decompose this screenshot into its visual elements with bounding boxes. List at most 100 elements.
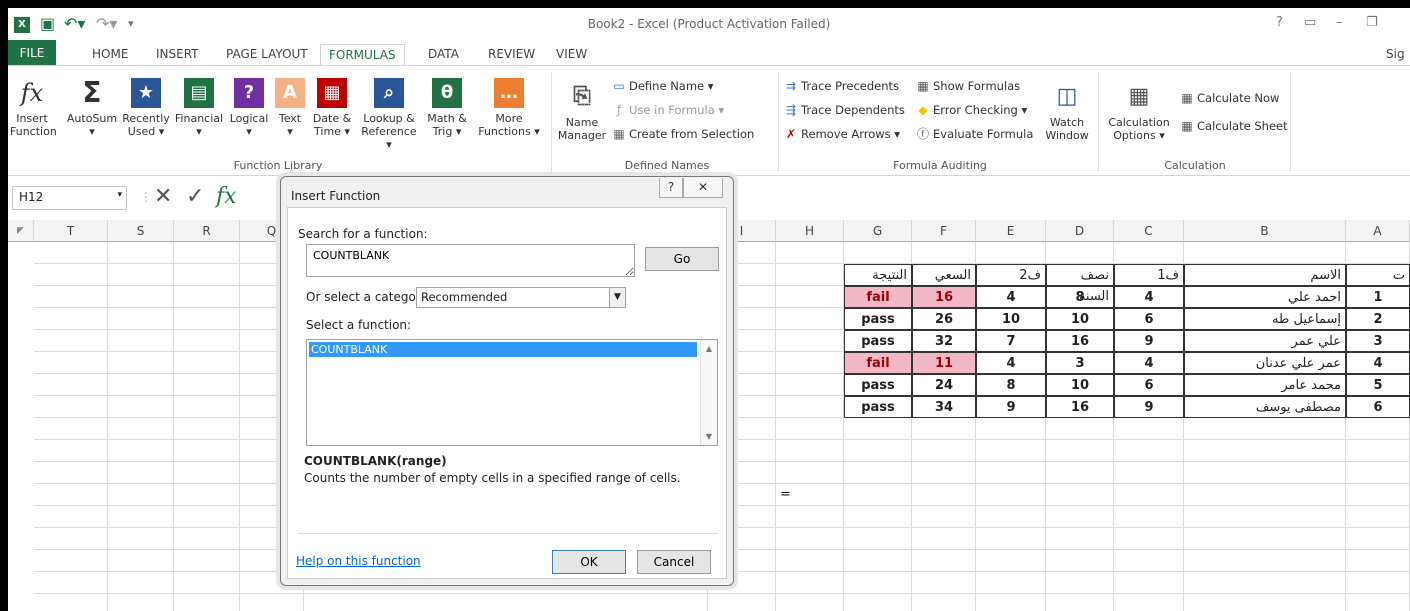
grid-cell[interactable] xyxy=(34,528,108,550)
recently-used-button[interactable]: ★ Recently Used ▾ xyxy=(120,78,172,138)
grid-cell[interactable] xyxy=(174,462,240,484)
table-cell[interactable]: 7 xyxy=(976,330,1046,352)
grid-cell[interactable] xyxy=(34,242,108,264)
grid-cell[interactable] xyxy=(776,308,844,330)
grid-cell[interactable] xyxy=(34,462,108,484)
grid-cell[interactable] xyxy=(174,484,240,506)
grid-cell[interactable] xyxy=(776,286,844,308)
table-cell[interactable]: 2 xyxy=(1346,308,1410,330)
grid-cell[interactable] xyxy=(976,594,1046,611)
table-cell[interactable]: علي عمر xyxy=(1184,330,1346,352)
grid-cell[interactable] xyxy=(776,506,844,528)
table-cell[interactable]: 16 xyxy=(1046,330,1114,352)
grid-cell[interactable] xyxy=(1184,572,1346,594)
grid-cell[interactable] xyxy=(844,242,912,264)
grid-cell[interactable] xyxy=(976,528,1046,550)
function-list-scrollbar[interactable]: ▲ ▼ xyxy=(700,340,717,445)
grid-cell[interactable] xyxy=(912,462,976,484)
column-header[interactable]: T xyxy=(34,220,108,242)
column-header[interactable]: A xyxy=(1346,220,1410,242)
grid-cell[interactable] xyxy=(776,352,844,374)
table-cell[interactable]: fail xyxy=(844,352,912,374)
table-cell[interactable]: fail xyxy=(844,286,912,308)
grid-cell[interactable] xyxy=(1184,440,1346,462)
grid-cell[interactable] xyxy=(174,594,240,611)
grid-cell[interactable] xyxy=(1346,440,1410,462)
grid-cell[interactable] xyxy=(108,506,174,528)
remove-arrows-button[interactable]: ✗ Remove Arrows ▾ xyxy=(784,126,900,142)
grid-cell[interactable] xyxy=(912,484,976,506)
grid-cell[interactable] xyxy=(1046,594,1114,611)
grid-cell[interactable] xyxy=(1046,242,1114,264)
grid-cell[interactable] xyxy=(1184,528,1346,550)
grid-cell[interactable] xyxy=(776,440,844,462)
grid-cell[interactable] xyxy=(174,528,240,550)
table-cell[interactable]: 4 xyxy=(976,286,1046,308)
go-button[interactable]: Go xyxy=(645,247,719,271)
evaluate-formula-button[interactable]: ⓕ Evaluate Formula xyxy=(916,126,1033,142)
table-cell[interactable]: احمد علي xyxy=(1184,286,1346,308)
grid-cell[interactable] xyxy=(776,528,844,550)
grid-cell[interactable] xyxy=(108,286,174,308)
select-all-corner[interactable]: ◤ xyxy=(8,220,34,242)
grid-cell[interactable] xyxy=(34,572,108,594)
grid-cell[interactable] xyxy=(34,396,108,418)
column-header[interactable]: C xyxy=(1114,220,1184,242)
help-button[interactable]: ? xyxy=(1276,15,1283,30)
grid-cell[interactable] xyxy=(912,528,976,550)
grid-cell[interactable] xyxy=(1046,550,1114,572)
grid-cell[interactable] xyxy=(108,264,174,286)
table-cell[interactable]: 4 xyxy=(1114,352,1184,374)
table-header-cell[interactable]: ت xyxy=(1346,264,1410,286)
grid-cell[interactable] xyxy=(108,550,174,572)
grid-cell[interactable] xyxy=(34,550,108,572)
grid-cell[interactable] xyxy=(34,506,108,528)
grid-cell[interactable] xyxy=(108,308,174,330)
column-header[interactable]: D xyxy=(1046,220,1114,242)
table-cell[interactable]: 6 xyxy=(1114,308,1184,330)
table-cell[interactable]: 3 xyxy=(1046,352,1114,374)
table-cell[interactable]: 8 xyxy=(1046,286,1114,308)
scroll-up-icon[interactable]: ▲ xyxy=(701,344,717,353)
grid-cell[interactable] xyxy=(776,264,844,286)
table-cell[interactable]: 10 xyxy=(1046,308,1114,330)
grid-cell[interactable] xyxy=(912,418,976,440)
grid-cell[interactable] xyxy=(976,440,1046,462)
grid-cell[interactable] xyxy=(174,286,240,308)
grid-cell[interactable] xyxy=(1114,484,1184,506)
minimize-icon[interactable]: – xyxy=(1336,15,1343,30)
grid-cell[interactable] xyxy=(844,550,912,572)
grid-cell[interactable] xyxy=(1184,242,1346,264)
grid-cell[interactable] xyxy=(1184,462,1346,484)
grid-cell[interactable] xyxy=(776,374,844,396)
column-header[interactable]: F xyxy=(912,220,976,242)
grid-cell[interactable] xyxy=(34,308,108,330)
grid-cell[interactable] xyxy=(34,440,108,462)
table-cell[interactable]: 4 xyxy=(976,352,1046,374)
tab-page-layout[interactable]: PAGE LAYOUT xyxy=(218,44,316,66)
grid-cell[interactable] xyxy=(1346,550,1410,572)
grid-cell[interactable] xyxy=(1046,572,1114,594)
grid-cell[interactable] xyxy=(1346,528,1410,550)
table-cell[interactable]: 6 xyxy=(1114,374,1184,396)
grid-cell[interactable] xyxy=(776,396,844,418)
table-cell[interactable]: 11 xyxy=(912,352,976,374)
search-function-input[interactable] xyxy=(306,244,635,277)
table-cell[interactable]: إسماعيل طه xyxy=(1184,308,1346,330)
table-cell[interactable]: 4 xyxy=(1346,352,1410,374)
grid-cell[interactable] xyxy=(108,352,174,374)
grid-cell[interactable] xyxy=(776,462,844,484)
create-from-selection-button[interactable]: ▦ Create from Selection xyxy=(612,126,754,142)
ok-button[interactable]: OK xyxy=(552,550,626,574)
grid-cell[interactable] xyxy=(174,506,240,528)
column-header[interactable]: G xyxy=(844,220,912,242)
enter-entry-icon[interactable]: ✓ xyxy=(186,184,204,210)
grid-cell[interactable] xyxy=(174,550,240,572)
grid-cell[interactable] xyxy=(1184,484,1346,506)
ribbon-display-icon[interactable]: ▭ xyxy=(1304,15,1316,30)
grid-cell[interactable] xyxy=(1346,418,1410,440)
grid-cell[interactable] xyxy=(844,594,912,611)
grid-cell[interactable] xyxy=(174,440,240,462)
grid-cell[interactable] xyxy=(976,506,1046,528)
grid-cell[interactable] xyxy=(108,440,174,462)
